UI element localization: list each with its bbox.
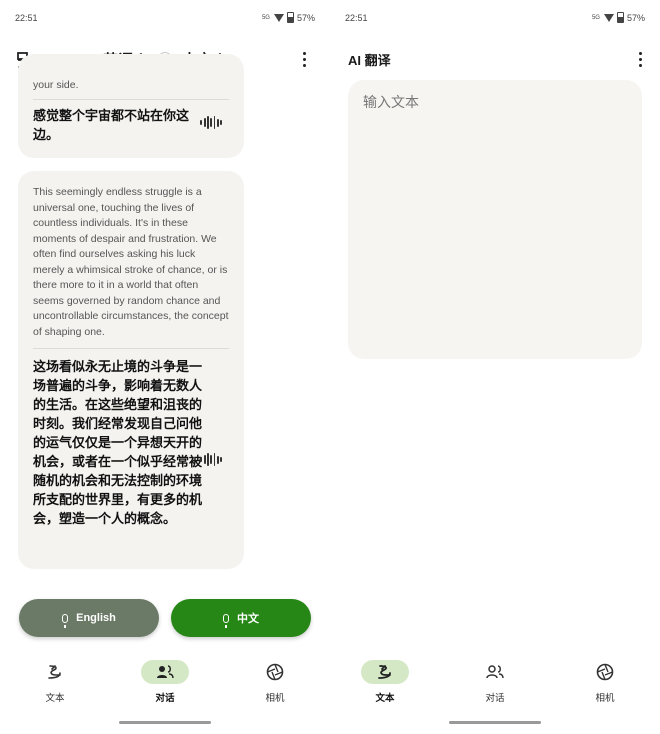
text-input-card[interactable]: [348, 80, 642, 359]
play-audio-icon[interactable]: [200, 453, 222, 466]
text-input[interactable]: [363, 92, 627, 347]
english-button-label: English: [76, 612, 116, 624]
conversation-icon: [471, 660, 519, 684]
status-bar: 22:51 5G 57%: [345, 12, 645, 26]
conversation-card: your side. 感觉整个宇宙都不站在你这边。: [18, 54, 244, 158]
battery-icon: [616, 12, 624, 23]
home-indicator[interactable]: [449, 721, 541, 724]
top-bar: AI 翻译: [330, 45, 660, 75]
battery-icon: [286, 12, 294, 23]
more-options-icon[interactable]: [639, 52, 642, 67]
play-audio-icon[interactable]: [200, 116, 222, 129]
nav-label: 相机: [265, 693, 285, 704]
translation-text: 这场看似永无止境的斗争是一场普遍的斗争，影响着无数人的生活。在这些绝望和沮丧的时…: [33, 359, 203, 526]
status-time: 22:51: [15, 13, 38, 23]
wifi-icon: [603, 13, 614, 22]
nav-label: 对话: [155, 693, 175, 704]
battery-percent: 57%: [626, 12, 645, 23]
page-title: AI 翻译: [348, 53, 391, 68]
microphone-icon: [62, 613, 69, 628]
status-time: 22:51: [345, 13, 368, 23]
english-mic-button[interactable]: English: [19, 599, 159, 637]
camera-icon: [251, 660, 299, 684]
nav-label: 相机: [595, 693, 615, 704]
nav-item-camera[interactable]: 相机: [230, 660, 320, 704]
bottom-navigation: 文本 对话 相机: [0, 660, 330, 710]
text-translate-screen: 22:51 5G 57% AI 翻译 文本 对话: [330, 0, 660, 734]
text-translate-icon: [31, 660, 79, 684]
camera-icon: [581, 660, 629, 684]
battery-percent: 57%: [296, 12, 315, 23]
nav-item-text[interactable]: 文本: [340, 660, 430, 704]
home-indicator[interactable]: [119, 721, 211, 724]
chinese-button-label: 中文: [237, 613, 259, 625]
microphone-icon: [223, 613, 229, 628]
conversation-screen: 22:51 5G 57% 英语 ⌃⌄ ⇄ 中文 ⌃⌄ your side. 感觉…: [0, 0, 330, 734]
nav-label: 对话: [485, 693, 505, 704]
conversation-card: This seemingly endless struggle is a uni…: [18, 171, 244, 569]
more-options-icon[interactable]: [303, 52, 306, 67]
conversation-icon: [141, 660, 189, 684]
nav-label: 文本: [375, 693, 395, 704]
nav-item-text[interactable]: 文本: [10, 660, 100, 704]
source-text: This seemingly endless struggle is a uni…: [33, 186, 229, 338]
signal-icon: 5G: [591, 14, 600, 21]
signal-icon: 5G: [261, 14, 270, 21]
nav-label: 文本: [45, 693, 65, 704]
nav-item-conversation[interactable]: 对话: [450, 660, 540, 704]
wifi-icon: [273, 13, 284, 22]
chinese-mic-button[interactable]: 中文: [171, 599, 311, 637]
text-translate-icon: [361, 660, 409, 684]
bottom-navigation: 文本 对话 相机: [330, 660, 660, 710]
nav-item-camera[interactable]: 相机: [560, 660, 650, 704]
source-text: your side.: [33, 79, 79, 91]
status-bar: 22:51 5G 57%: [15, 12, 315, 26]
nav-item-conversation[interactable]: 对话: [120, 660, 210, 704]
